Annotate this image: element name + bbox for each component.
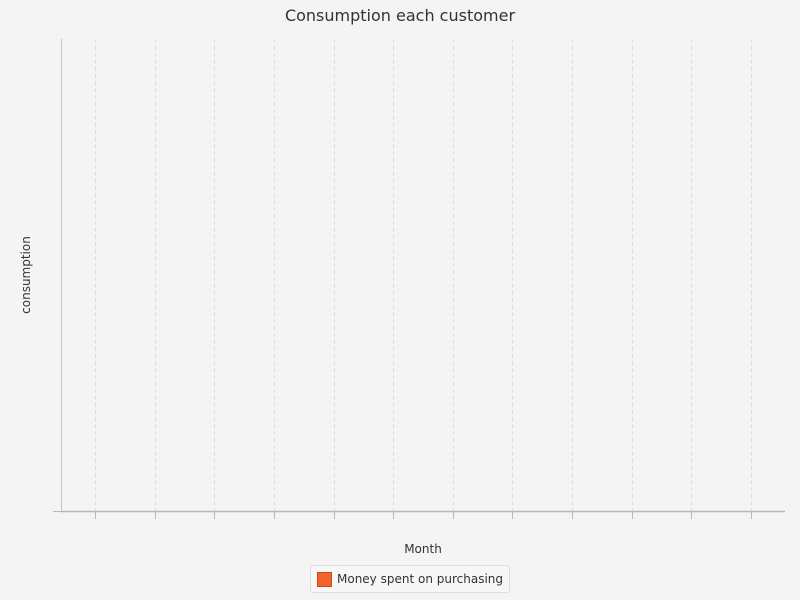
chart-container: Consumption each customer consumption Mo…: [0, 0, 800, 600]
legend-label-series: Money spent on purchasing: [337, 572, 503, 586]
plot-area: [53, 39, 785, 519]
legend[interactable]: Money spent on purchasing: [310, 565, 510, 593]
legend-swatch: [317, 571, 332, 587]
